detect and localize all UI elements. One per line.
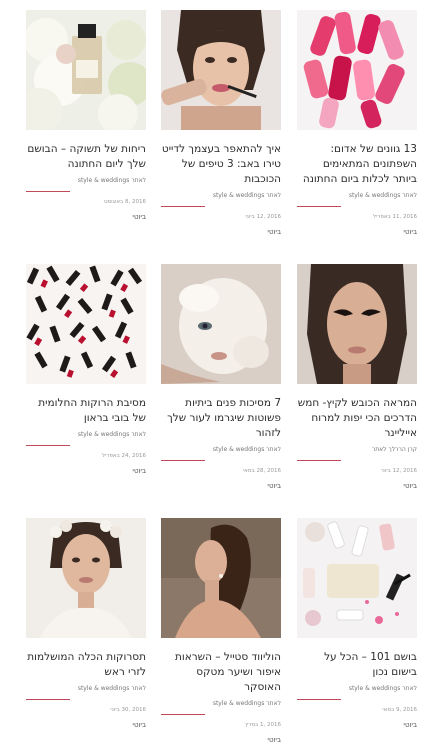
article-category-link[interactable]: ביוטי	[26, 466, 146, 476]
article-author: style & weddings לאתר	[348, 685, 417, 692]
article-date: 2016 ,1 במרץ	[245, 722, 281, 728]
article-card: בושם 101 – הכל על בישום נכון style & wed…	[297, 518, 417, 730]
article-category-link[interactable]: ביוטי	[297, 720, 417, 730]
divider	[161, 708, 281, 715]
article-category-link[interactable]: ביוטי	[26, 212, 146, 222]
article-card: הוליווד סטייל – השראות איפור ושיער מטקס …	[161, 518, 281, 745]
article-title-link[interactable]: 13 גוונים של אדום: השפתונים המתאימים ביו…	[297, 142, 417, 187]
article-thumbnail[interactable]	[26, 10, 146, 130]
article-thumbnail[interactable]	[161, 518, 281, 638]
article-title-link[interactable]: 7 מסיכות פנים ביתיות פשוטות שיגרמו לעור …	[161, 396, 281, 441]
face-mask-image	[161, 264, 281, 384]
article-author: style & weddings לאתר	[348, 192, 417, 199]
divider	[161, 200, 281, 207]
cosmetics-flatlay-image	[297, 518, 417, 638]
article-card: 7 מסיכות פנים ביתיות פשוטות שיגרמו לעור …	[161, 264, 281, 491]
article-thumbnail[interactable]	[297, 518, 417, 638]
article-author: style & weddings לאתר	[77, 431, 146, 438]
article-author: style & weddings לאתר	[212, 700, 281, 707]
divider	[26, 693, 146, 700]
article-thumbnail[interactable]	[161, 264, 281, 384]
article-thumbnail[interactable]	[297, 10, 417, 130]
article-card: המראה הכובש לקיץ- חמש הדרכים הכי יפות למ…	[297, 264, 417, 491]
divider	[297, 693, 417, 700]
divider	[297, 454, 417, 461]
article-category-link[interactable]: ביוטי	[297, 227, 417, 237]
woman-applying-lipstick-image	[161, 10, 281, 130]
divider	[26, 439, 146, 446]
article-date: 2016 ,24 באפריל	[102, 453, 146, 459]
hollywood-hairstyle-image	[161, 518, 281, 638]
article-title-link[interactable]: המראה הכובש לקיץ- חמש הדרכים הכי יפות למ…	[297, 396, 417, 441]
article-category-link[interactable]: ביוטי	[161, 735, 281, 745]
article-category-link[interactable]: ביוטי	[161, 227, 281, 237]
article-date: 2016 ,28 במאי	[242, 468, 281, 474]
article-date: 2016 ,12 ביוני	[245, 214, 281, 220]
article-date: 2016 ,9 במאי	[382, 707, 417, 713]
lipstick-pattern-image	[26, 264, 146, 384]
article-category-link[interactable]: ביוטי	[297, 481, 417, 491]
article-card: תסרוקות הכלה המושלמות לזרי ראש style & w…	[26, 518, 146, 730]
article-grid: 13 גוונים של אדום: השפתונים המתאימים ביו…	[0, 0, 443, 745]
article-author: style & weddings לאתר	[77, 177, 146, 184]
article-date: 2016 ,12 ביוני	[381, 468, 417, 474]
article-thumbnail[interactable]	[297, 264, 417, 384]
article-date: 2016 ,8 באוגוסט	[103, 199, 146, 205]
article-date: 2016 ,30 ביוני	[110, 707, 146, 713]
article-card: 13 גוונים של אדום: השפתונים המתאימים ביו…	[297, 10, 417, 237]
article-title-link[interactable]: בושם 101 – הכל על בישום נכון	[297, 650, 417, 680]
article-author: style & weddings לאתר	[212, 192, 281, 199]
article-title-link[interactable]: מסיבת הרוקות החלומית של בובי בראון	[26, 396, 146, 426]
article-title-link[interactable]: איך להתאפר בעצמך לדייט טירו באב: 3 טיפים…	[161, 142, 281, 187]
article-card: ריחות של תשוקה – הבושם שלך ליום החתונה s…	[26, 10, 146, 222]
article-title-link[interactable]: תסרוקות הכלה המושלמות לזרי ראש	[26, 650, 146, 680]
bride-flower-crown-image	[26, 518, 146, 638]
article-title-link[interactable]: ריחות של תשוקה – הבושם שלך ליום החתונה	[26, 142, 146, 172]
divider	[161, 454, 281, 461]
popsicle-lipstick-image	[297, 10, 417, 130]
article-thumbnail[interactable]	[161, 10, 281, 130]
article-title-link[interactable]: הוליווד סטייל – השראות איפור ושיער מטקס …	[161, 650, 281, 695]
divider	[297, 200, 417, 207]
article-category-link[interactable]: ביוטי	[26, 720, 146, 730]
article-thumbnail[interactable]	[26, 518, 146, 638]
article-author: style & weddings לאתר	[212, 446, 281, 453]
article-category-link[interactable]: ביוטי	[161, 481, 281, 491]
article-card: מסיבת הרוקות החלומית של בובי בראון style…	[26, 264, 146, 476]
article-date: 2016 ,11 באפריל	[373, 214, 417, 220]
divider	[26, 185, 146, 192]
perfume-bottle-flowers-image	[26, 10, 146, 130]
article-author: קרן הררלך לאתר	[371, 446, 417, 453]
article-author: style & weddings לאתר	[77, 685, 146, 692]
article-card: איך להתאפר בעצמך לדייט טירו באב: 3 טיפים…	[161, 10, 281, 237]
eyeliner-portrait-image	[297, 264, 417, 384]
article-thumbnail[interactable]	[26, 264, 146, 384]
